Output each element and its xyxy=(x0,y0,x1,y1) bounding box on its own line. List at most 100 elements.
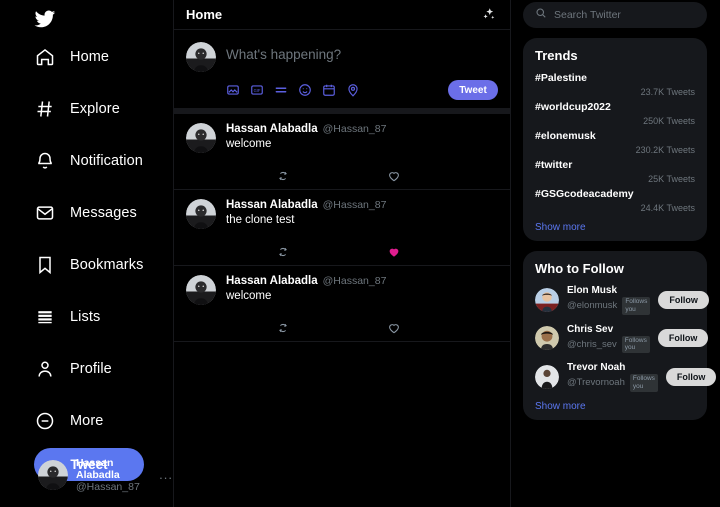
follow-suggestion-row[interactable]: Trevor Noah @Trevornoah Follows you Foll… xyxy=(535,362,717,392)
sidebar-account-switcher[interactable]: Hassan Alabadla @Hassan_87 ... xyxy=(38,457,173,493)
account-names: Hassan Alabadla @Hassan_87 xyxy=(76,457,149,493)
left-sidebar: Home Explore Notification Messages Bookm… xyxy=(0,0,174,507)
trend-count: 24.4K Tweets xyxy=(640,203,695,213)
avatar xyxy=(535,364,559,389)
trend-tag: #GSGcodeacademy xyxy=(535,188,634,200)
avatar xyxy=(186,42,216,72)
avatar xyxy=(535,326,559,351)
trends-list: #Palestine 23.7K Tweets #worldcup2022 25… xyxy=(535,72,695,213)
follows-you-badge: Follows you xyxy=(621,335,650,354)
sidebar-item-messages[interactable]: Messages xyxy=(34,200,173,226)
nav-gap-6 xyxy=(34,330,173,356)
retweet-icon[interactable] xyxy=(276,245,387,259)
follow-button[interactable]: Follow xyxy=(658,290,709,309)
tweet-input[interactable] xyxy=(226,40,498,62)
follow-user-second-line: @chris_sev Follows you xyxy=(567,335,650,354)
tweet-author-handle: @Hassan_87 xyxy=(322,275,387,287)
follow-suggestion-row[interactable]: Chris Sev @chris_sev Follows you Follow xyxy=(535,324,709,354)
sidebar-nav: Home Explore Notification Messages Bookm… xyxy=(34,44,173,434)
sidebar-item-label: Lists xyxy=(70,309,101,325)
sidebar-item-home[interactable]: Home xyxy=(34,44,173,70)
trend-item[interactable]: #elonemusk 230.2K Tweets xyxy=(535,130,695,155)
tweet-composer: GIF Tweet xyxy=(174,30,510,114)
follow-user-handle: @Trevornoah xyxy=(567,377,625,389)
sidebar-item-label: Profile xyxy=(70,361,112,377)
sidebar-item-notification[interactable]: Notification xyxy=(34,148,173,174)
emoji-icon[interactable] xyxy=(298,83,312,97)
trend-item[interactable]: #Palestine 23.7K Tweets xyxy=(535,72,695,97)
trend-tag: #twitter xyxy=(535,159,573,171)
schedule-icon[interactable] xyxy=(322,83,336,97)
bell-icon xyxy=(34,150,56,172)
nav-gap-3 xyxy=(34,174,173,200)
sidebar-item-bookmarks[interactable]: Bookmarks xyxy=(34,252,173,278)
account-more-icon[interactable]: ... xyxy=(159,467,173,482)
tweet-top: Hassan Alabadla @Hassan_87 welcome xyxy=(186,275,498,305)
trend-item[interactable]: #worldcup2022 250K Tweets xyxy=(535,101,695,126)
who-to-follow-list: Elon Musk @elonmusk Follows you Follow C… xyxy=(535,285,717,392)
search-input[interactable] xyxy=(554,9,695,21)
follow-user-info: Chris Sev @chris_sev Follows you xyxy=(567,324,650,354)
tweet-item[interactable]: Hassan Alabadla @Hassan_87 the clone tes… xyxy=(174,190,510,266)
avatar xyxy=(186,199,216,229)
follow-user-second-line: @elonmusk Follows you xyxy=(567,297,651,315)
sidebar-item-profile[interactable]: Profile xyxy=(34,356,173,382)
like-icon[interactable] xyxy=(387,245,498,259)
who-to-follow-show-more[interactable]: Show more xyxy=(535,401,695,412)
image-icon[interactable] xyxy=(226,83,240,97)
trend-count: 25K Tweets xyxy=(648,174,695,184)
tweet-actions xyxy=(186,169,498,183)
bookmark-icon xyxy=(34,254,56,276)
like-icon[interactable] xyxy=(387,169,498,183)
retweet-icon[interactable] xyxy=(276,169,387,183)
retweet-icon[interactable] xyxy=(276,321,387,335)
like-icon[interactable] xyxy=(387,321,498,335)
tweet-item[interactable]: Hassan Alabadla @Hassan_87 welcome xyxy=(174,266,510,342)
composer-icon-row: GIF xyxy=(226,83,360,97)
nav-gap-5 xyxy=(34,278,173,304)
trend-count: 230.2K Tweets xyxy=(635,145,695,155)
tweet-author-name: Hassan Alabadla xyxy=(226,199,318,211)
sidebar-item-more[interactable]: More xyxy=(34,408,173,434)
poll-icon[interactable] xyxy=(274,83,288,97)
composer-bottom: GIF Tweet xyxy=(186,80,498,100)
tweet-author-name: Hassan Alabadla xyxy=(226,275,318,287)
composer-tweet-button[interactable]: Tweet xyxy=(448,80,498,100)
avatar xyxy=(186,123,216,153)
search-bar[interactable] xyxy=(523,2,707,28)
tweet-list: Hassan Alabadla @Hassan_87 welcome Hassa… xyxy=(174,114,510,342)
follows-you-badge: Follows you xyxy=(629,374,658,392)
tweet-head: Hassan Alabadla @Hassan_87 xyxy=(226,275,498,287)
follow-user-name: Trevor Noah xyxy=(567,362,626,374)
location-icon[interactable] xyxy=(346,83,360,97)
nav-gap-2 xyxy=(34,122,173,148)
tweet-author-name: Hassan Alabadla xyxy=(226,123,318,135)
who-to-follow-title: Who to Follow xyxy=(535,261,624,276)
tweet-item[interactable]: Hassan Alabadla @Hassan_87 welcome xyxy=(174,114,510,190)
gif-icon[interactable]: GIF xyxy=(250,83,264,97)
follow-user-handle: @chris_sev xyxy=(567,338,617,350)
follow-suggestion-row[interactable]: Elon Musk @elonmusk Follows you Follow xyxy=(535,285,709,315)
twitter-clone-app: Home Explore Notification Messages Bookm… xyxy=(0,0,720,507)
trends-show-more[interactable]: Show more xyxy=(535,222,695,233)
more-circle-icon xyxy=(34,410,56,432)
sidebar-item-lists[interactable]: Lists xyxy=(34,304,173,330)
tweet-body: Hassan Alabadla @Hassan_87 the clone tes… xyxy=(226,199,498,229)
nav-gap-7 xyxy=(34,382,173,408)
trend-item[interactable]: #twitter 25K Tweets xyxy=(535,159,695,184)
trend-tag: #worldcup2022 xyxy=(535,101,611,113)
tweet-body: Hassan Alabadla @Hassan_87 welcome xyxy=(226,275,498,305)
lists-icon xyxy=(34,306,56,328)
feed-header: Home xyxy=(174,0,510,30)
sidebar-item-label: Messages xyxy=(70,205,137,221)
sparkles-icon[interactable] xyxy=(480,6,498,24)
twitter-bird-icon[interactable] xyxy=(34,4,64,34)
sidebar-item-explore[interactable]: Explore xyxy=(34,96,173,122)
tweet-text: welcome xyxy=(226,290,272,302)
follow-button[interactable]: Follow xyxy=(665,367,717,386)
composer-top xyxy=(186,40,498,72)
trend-item[interactable]: #GSGcodeacademy 24.4K Tweets xyxy=(535,188,695,213)
trends-title: Trends xyxy=(535,48,578,63)
follow-button[interactable]: Follow xyxy=(657,329,709,348)
follow-user-info: Elon Musk @elonmusk Follows you xyxy=(567,285,651,315)
